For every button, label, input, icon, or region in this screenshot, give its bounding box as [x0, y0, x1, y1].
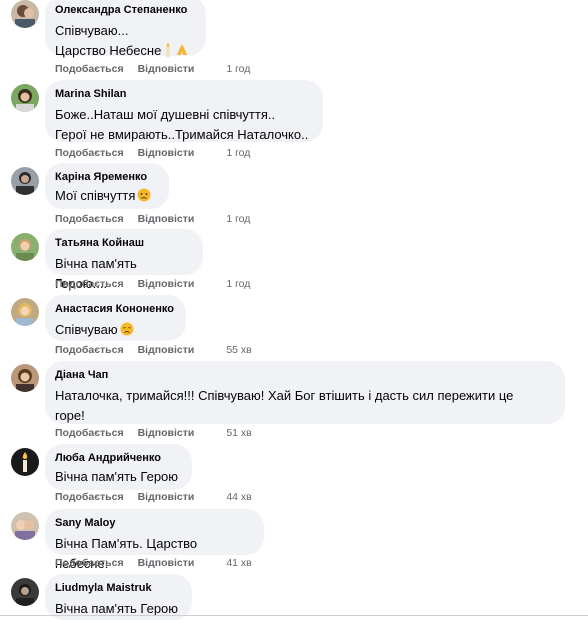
like-button[interactable]: Подобається: [55, 278, 124, 290]
comment-author[interactable]: Marina Shilan: [55, 87, 311, 102]
comment-timestamp[interactable]: 55 хв: [226, 344, 251, 356]
comment-author[interactable]: Анастасия Кононенко: [55, 302, 174, 317]
comment-author[interactable]: Sany Maloy: [55, 516, 252, 531]
avatar[interactable]: [11, 298, 39, 326]
avatar[interactable]: [11, 578, 39, 606]
reply-button[interactable]: Відповісти: [138, 491, 195, 503]
comment-author[interactable]: Люба Андрийченко: [55, 451, 180, 466]
comment-text-line: Герої не вмирають..Тримайся Наталочко..: [55, 127, 309, 142]
reply-button[interactable]: Відповісти: [138, 278, 195, 290]
praying-hands-emoji-icon: [175, 43, 189, 63]
like-button[interactable]: Подобається: [55, 427, 124, 439]
avatar[interactable]: [11, 512, 39, 540]
comment-bubble: Marina Shilan Боже..Наташ мої душевні сп…: [45, 80, 323, 142]
reply-button[interactable]: Відповісти: [138, 63, 195, 75]
comment-actions: Подобається Відповісти 55 хв: [55, 343, 252, 357]
comment-bubble: Анастасия Кононенко Співчуваю: [45, 295, 186, 341]
avatar[interactable]: [11, 84, 39, 112]
comment-text-line: Співчуваю: [55, 320, 174, 342]
like-button[interactable]: Подобається: [55, 491, 124, 503]
comment-author[interactable]: Каріна Яременко: [55, 170, 157, 185]
comment-text-line: Співчуваю...: [55, 23, 129, 38]
avatar[interactable]: [11, 364, 39, 392]
sad-face-emoji-icon: [120, 322, 134, 342]
like-button[interactable]: Подобається: [55, 147, 124, 159]
comment-bubble: Олександра Степаненко Співчуваю... Царст…: [45, 0, 206, 58]
comment-text-line: Вічна пам'ять Герою: [55, 469, 179, 484]
comment-text-line: Царство Небесне: [55, 43, 162, 58]
comment-actions: Подобається Відповісти 1 год: [55, 146, 250, 160]
candle-emoji-icon: [163, 43, 173, 63]
comment-text-line: Співчуваю: [55, 322, 118, 337]
reply-button[interactable]: Відповісти: [138, 427, 195, 439]
comment-actions: Подобається Відповісти 1 год: [55, 277, 250, 291]
reply-button[interactable]: Відповісти: [138, 344, 195, 356]
reply-button[interactable]: Відповісти: [138, 213, 195, 225]
comment-text-line: Мої співчуття: [55, 188, 136, 203]
comment-author[interactable]: Liudmyla Maistruk: [55, 581, 180, 596]
divider: [0, 615, 588, 616]
comment-timestamp[interactable]: 1 год: [226, 213, 250, 225]
comment-bubble: Каріна Яременко Мої співчуття: [45, 163, 169, 209]
comment-bubble: Люба Андрийченко Вічна пам'ять Герою: [45, 444, 192, 490]
comment-actions: Подобається Відповісти 1 год: [55, 212, 250, 226]
comment-actions: Подобається Відповісти 51 хв: [55, 426, 252, 440]
comment-timestamp[interactable]: 1 год: [226, 278, 250, 290]
comment-actions: Подобається Відповісти 44 хв: [55, 490, 252, 504]
reply-button[interactable]: Відповісти: [138, 147, 195, 159]
like-button[interactable]: Подобається: [55, 344, 124, 356]
comment-author[interactable]: Татьяна Койнаш: [55, 236, 191, 251]
comment-text-line: горе!: [55, 408, 85, 423]
comment-bubble: Liudmyla Maistruk Вічна пам'ять Герою: [45, 574, 192, 620]
comment-text-line: Царство Небесне: [55, 41, 194, 63]
like-button[interactable]: Подобається: [55, 213, 124, 225]
avatar[interactable]: [11, 167, 39, 195]
comment-timestamp[interactable]: 51 хв: [226, 427, 251, 439]
comment-actions: Подобається Відповісти 41 хв: [55, 556, 252, 570]
comment-timestamp[interactable]: 44 хв: [226, 491, 251, 503]
comment-timestamp[interactable]: 1 год: [226, 147, 250, 159]
comment-author[interactable]: Діана Чап: [55, 368, 553, 383]
comment-timestamp[interactable]: 41 хв: [226, 557, 251, 569]
comment-text-line: Вічна пам'ять Герою: [55, 601, 179, 616]
like-button[interactable]: Подобається: [55, 557, 124, 569]
comment-bubble: Татьяна Койнаш Вічна пам'ять Герою....: [45, 229, 203, 291]
avatar[interactable]: [11, 233, 39, 261]
comment-timestamp[interactable]: 1 год: [226, 63, 250, 75]
sad-tear-emoji-icon: [137, 188, 151, 208]
comment-text-line: Мої співчуття: [55, 186, 157, 208]
comment-actions: Подобається Відповісти 1 год: [55, 62, 250, 76]
comment-author[interactable]: Олександра Степаненко: [55, 3, 194, 18]
reply-button[interactable]: Відповісти: [138, 557, 195, 569]
avatar[interactable]: [11, 0, 39, 28]
comment-text-line: Наталочка, тримайся!!! Співчуваю! Хай Бо…: [55, 388, 514, 403]
comment-bubble: Sany Maloy Вічна Пам'ять. Царство небесн…: [45, 509, 264, 571]
comment-text-line: Боже..Наташ мої душевні співчуття..: [55, 107, 276, 122]
like-button[interactable]: Подобається: [55, 63, 124, 75]
comment-bubble: Діана Чап Наталочка, тримайся!!! Співчув…: [45, 361, 565, 424]
avatar[interactable]: [11, 448, 39, 476]
